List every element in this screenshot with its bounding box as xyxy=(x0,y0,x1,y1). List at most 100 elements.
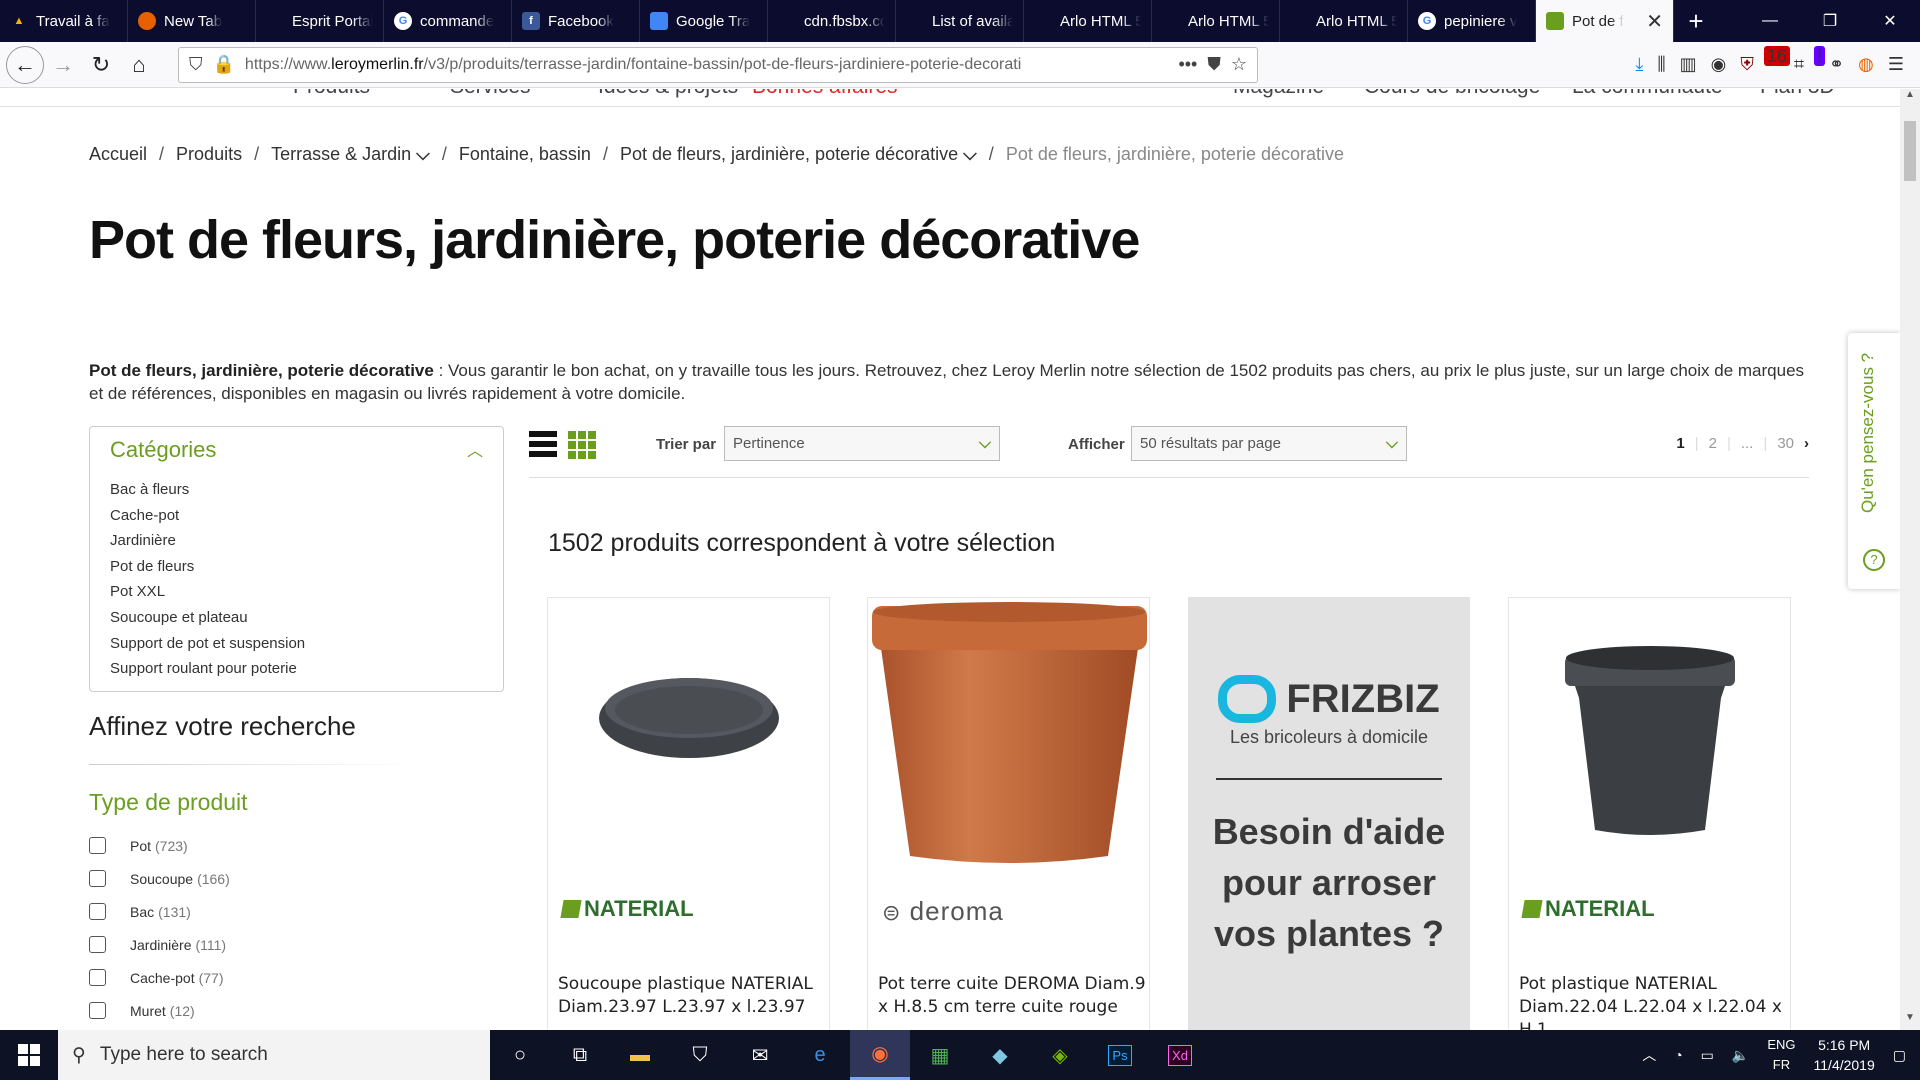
url-bar[interactable]: ⛉ 🔒 https://www.leroymerlin.fr/v3/p/prod… xyxy=(178,46,1258,83)
page-link[interactable]: 2 xyxy=(1709,435,1717,452)
plastic-pot-image[interactable] xyxy=(1509,598,1792,878)
chevron-down-icon[interactable]: ⌵ xyxy=(411,144,430,164)
product-card[interactable]: NATERIAL Pot plastique NATERIAL Diam.22.… xyxy=(1508,597,1791,1030)
extension-icon-3[interactable]: ◍ xyxy=(1858,54,1874,75)
browser-tab[interactable]: Arlo HTML 5 Te xyxy=(1024,0,1152,42)
terracotta-pot-image[interactable] xyxy=(868,598,1151,878)
category-link[interactable]: Pot XXL xyxy=(110,579,483,605)
browser-tab[interactable]: List of available xyxy=(896,0,1024,42)
breadcrumb-item[interactable]: Terrasse & Jardin xyxy=(271,144,411,164)
filter-checkbox[interactable] xyxy=(89,936,106,953)
scroll-up-icon[interactable]: ▲ xyxy=(1900,89,1920,107)
top-nav-item[interactable]: Services xyxy=(450,89,531,99)
breadcrumb-item[interactable]: Produits xyxy=(176,144,242,164)
browser-tab[interactable]: Arlo HTML 5 Te xyxy=(1152,0,1280,42)
feedback-tab[interactable]: Qu'en pensez-vous ? ? xyxy=(1848,333,1900,589)
mail-icon[interactable]: ✉ xyxy=(730,1030,790,1080)
cortana-icon[interactable]: ○ xyxy=(490,1030,550,1080)
language-indicator[interactable]: ENG FR xyxy=(1767,1035,1795,1075)
product-card[interactable]: NATERIAL Soucoupe plastique NATERIAL Dia… xyxy=(547,597,830,1030)
close-tab-icon[interactable]: ✕ xyxy=(1646,9,1663,34)
downloads-icon[interactable]: ⤓ xyxy=(1635,54,1643,75)
category-link[interactable]: Bac à fleurs xyxy=(110,477,483,503)
forward-button[interactable]: → xyxy=(44,46,82,84)
chevron-up-icon[interactable]: ︿ xyxy=(1642,1045,1656,1065)
saucer-image[interactable] xyxy=(548,598,831,878)
product-name[interactable]: Pot plastique NATERIAL Diam.22.04 L.22.0… xyxy=(1519,973,1787,1030)
filter-option[interactable]: Soucoupe (166) xyxy=(89,862,230,895)
nvidia-icon[interactable]: ◈ xyxy=(1030,1030,1090,1080)
adobe-xd-icon[interactable]: Xd xyxy=(1150,1030,1210,1080)
filter-checkbox[interactable] xyxy=(89,1002,106,1019)
top-nav-item[interactable]: Bonnes affaires xyxy=(752,89,898,99)
firefox-taskbar-icon[interactable]: ◉ xyxy=(850,1030,910,1080)
new-tab-button[interactable]: + xyxy=(1674,0,1718,42)
battery-icon[interactable]: ▭ xyxy=(1701,1047,1714,1064)
browser-tab[interactable]: f Facebook xyxy=(512,0,640,42)
extension-icon[interactable]: ⌗! xyxy=(1794,46,1826,75)
category-link[interactable]: Soucoupe et plateau xyxy=(110,605,483,631)
sidebar-icon[interactable]: ▥ xyxy=(1680,54,1697,75)
filter-checkbox[interactable] xyxy=(89,837,106,854)
home-button[interactable]: ⌂ xyxy=(120,46,158,84)
product-card[interactable]: ⊜ deroma Pot terre cuite DEROMA Diam.9 x… xyxy=(867,597,1150,1030)
extension-icon-2[interactable]: ⚭ xyxy=(1829,54,1844,75)
product-name[interactable]: Pot terre cuite DEROMA Diam.9 x H.8.5 cm… xyxy=(878,973,1146,1019)
filter-option[interactable]: Pot (723) xyxy=(89,829,230,862)
wifi-icon[interactable]: ◔ xyxy=(1674,1047,1682,1063)
notes-icon[interactable]: ◆ xyxy=(970,1030,1030,1080)
category-link[interactable]: Support de pot et suspension xyxy=(110,631,483,657)
browser-tab[interactable]: Esprit Portail Ca xyxy=(256,0,384,42)
page-link[interactable]: ... xyxy=(1741,435,1754,452)
chevron-down-icon[interactable]: ⌵ xyxy=(958,144,977,164)
windows-start-button[interactable] xyxy=(0,1030,58,1080)
menu-icon[interactable]: ☰ xyxy=(1888,54,1904,75)
browser-tab[interactable]: ▲ Travail à fa xyxy=(0,0,128,42)
filter-checkbox[interactable] xyxy=(89,903,106,920)
browser-tab[interactable]: Gpepiniere v xyxy=(1408,0,1536,42)
browser-tab[interactable]: Google Tra xyxy=(640,0,768,42)
excel-icon[interactable]: ▦ xyxy=(910,1030,970,1080)
browser-tab[interactable]: cdn.fbsbx.com/ xyxy=(768,0,896,42)
page-actions-icon[interactable]: ••• xyxy=(1178,54,1197,75)
top-nav-item[interactable]: La communauté xyxy=(1572,89,1723,99)
top-nav-item[interactable]: Produits xyxy=(293,89,370,99)
page-link[interactable]: 30 xyxy=(1777,435,1794,452)
product-name[interactable]: Soucoupe plastique NATERIAL Diam.23.97 L… xyxy=(558,973,826,1030)
restore-icon[interactable]: ❐ xyxy=(1800,0,1860,42)
category-link[interactable]: Cache-pot xyxy=(110,503,483,529)
category-link[interactable]: Jardinière xyxy=(110,528,483,554)
file-explorer-icon[interactable]: ▬ xyxy=(610,1030,670,1080)
minimize-icon[interactable]: — xyxy=(1740,0,1800,42)
browser-tab[interactable]: New Tab xyxy=(128,0,256,42)
grid-view-icon[interactable] xyxy=(568,431,596,459)
breadcrumb-item[interactable]: Fontaine, bassin xyxy=(459,144,591,164)
reload-button[interactable]: ↻ xyxy=(82,46,120,84)
frizbiz-ad[interactable]: FRIZBIZ Les bricoleurs à domicile Besoin… xyxy=(1188,597,1470,1030)
photoshop-icon[interactable]: Ps xyxy=(1090,1030,1150,1080)
next-page-icon[interactable]: › xyxy=(1804,435,1809,452)
browser-tab[interactable]: Arlo HTML 5 Te xyxy=(1280,0,1408,42)
page-size-select[interactable]: 50 résultats par page ⌵ xyxy=(1131,426,1407,461)
store-icon[interactable]: ⛉ xyxy=(670,1030,730,1080)
category-link[interactable]: Support roulant pour poterie xyxy=(110,656,483,682)
pocket-icon[interactable]: ⛊ xyxy=(1207,54,1221,75)
ublock-icon[interactable]: ⛨ 16 xyxy=(1740,46,1790,75)
top-nav-item[interactable]: Idées & projets xyxy=(598,89,738,99)
edge-icon[interactable]: e xyxy=(790,1030,850,1080)
bookmark-star-icon[interactable]: ☆ xyxy=(1231,54,1247,75)
filter-option[interactable]: Bac (131) xyxy=(89,895,230,928)
taskbar-search[interactable]: ⚲ Type here to search xyxy=(58,1030,490,1080)
browser-tab[interactable]: Gcommande xyxy=(384,0,512,42)
notifications-icon[interactable]: ▢ xyxy=(1893,1047,1906,1064)
back-button[interactable]: ← xyxy=(6,45,44,84)
top-nav-item[interactable]: Cours de bricolage xyxy=(1364,89,1540,99)
filter-option[interactable]: Jardinière (111) xyxy=(89,928,230,961)
page-link[interactable]: 1 xyxy=(1676,435,1684,452)
close-window-icon[interactable]: ✕ xyxy=(1860,0,1920,42)
clock[interactable]: 5:16 PM 11/4/2019 xyxy=(1814,1035,1875,1075)
filter-checkbox[interactable] xyxy=(89,870,106,887)
chevron-up-icon[interactable]: ︿ xyxy=(467,437,483,463)
account-icon[interactable]: ◉ xyxy=(1711,54,1727,75)
page-scrollbar[interactable]: ▲ ▼ xyxy=(1900,89,1920,1030)
